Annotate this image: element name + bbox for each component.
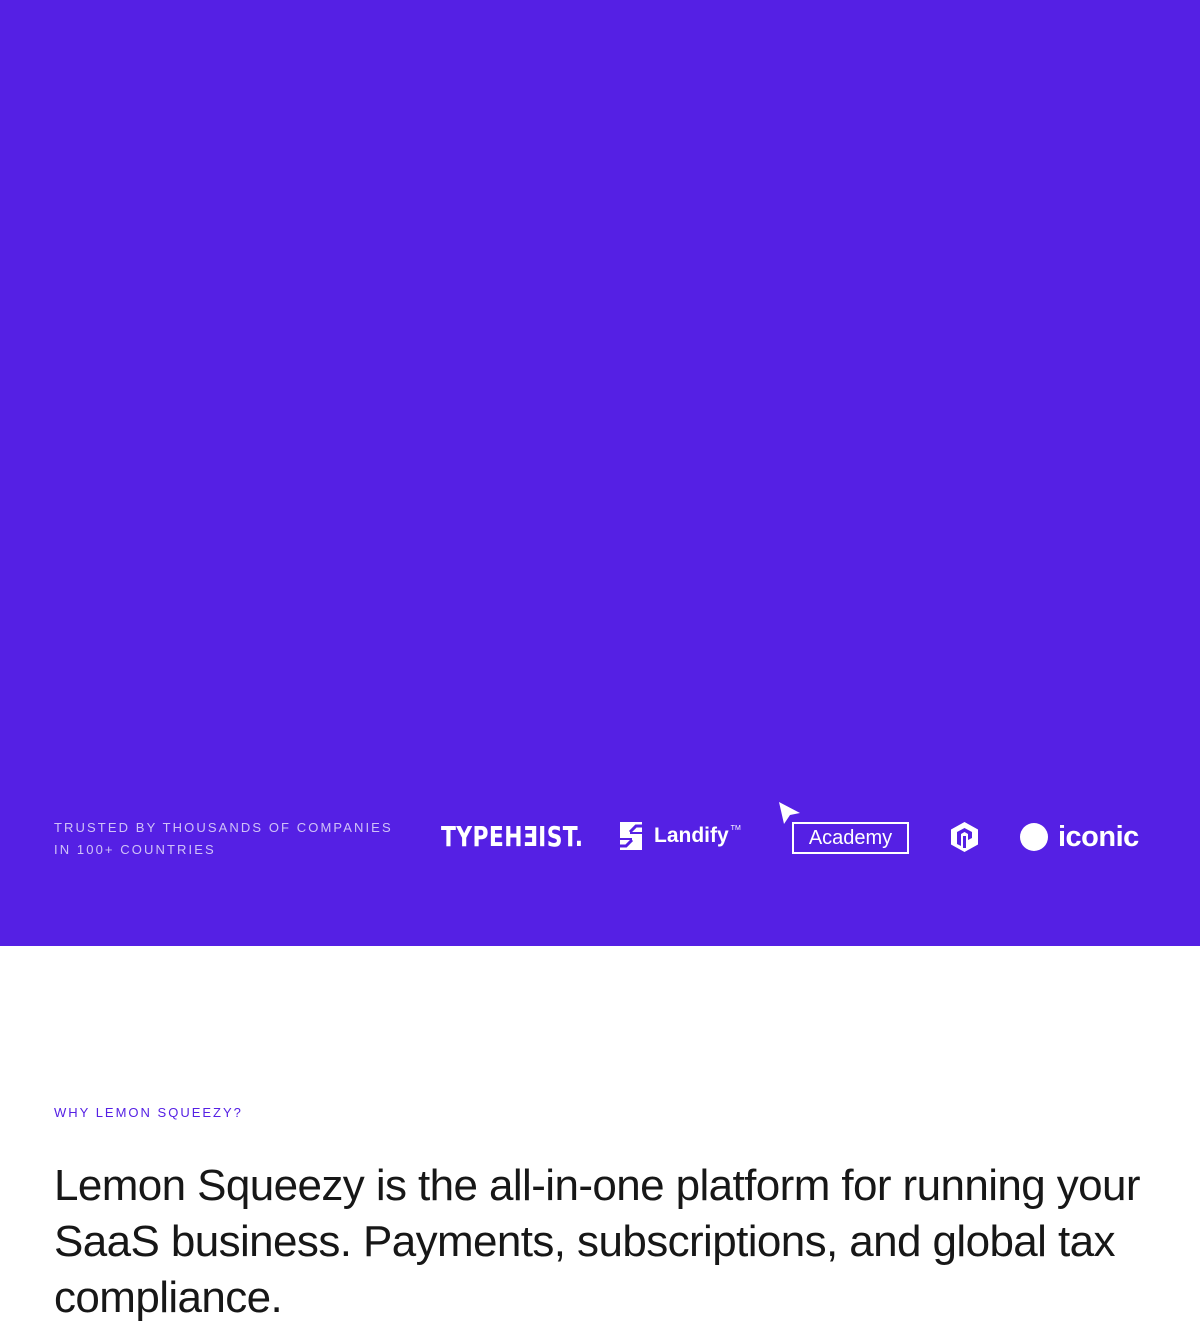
iconic-wordmark: iconic bbox=[1058, 821, 1139, 853]
landify-mark-icon bbox=[620, 822, 642, 850]
academy-logo: Academy bbox=[778, 801, 910, 855]
iconic-logo: iconic bbox=[1020, 820, 1139, 854]
trusted-line-2: IN 100+ COUNTRIES bbox=[54, 842, 216, 857]
hexagon-logo bbox=[949, 821, 980, 858]
landify-wordmark: Landify bbox=[654, 824, 729, 847]
iconic-dot-icon bbox=[1020, 823, 1048, 851]
trusted-line-1: TRUSTED BY THOUSANDS OF COMPANIES bbox=[54, 820, 393, 835]
why-eyebrow: WHY LEMON SQUEEZY? bbox=[54, 1105, 243, 1120]
trusted-by-text: TRUSTED BY THOUSANDS OF COMPANIES IN 100… bbox=[54, 817, 424, 861]
hexagon-mark-icon bbox=[951, 822, 978, 852]
hero-section: TRUSTED BY THOUSANDS OF COMPANIES IN 100… bbox=[0, 0, 1200, 946]
landify-tm: TM bbox=[730, 824, 741, 832]
typeheist-logo: TYPEHƎIST. bbox=[441, 820, 584, 853]
landify-logo: Landify TM bbox=[616, 820, 741, 852]
academy-wordmark: Academy bbox=[792, 822, 909, 854]
why-headline: Lemon Squeezy is the all-in-one platform… bbox=[54, 1161, 1141, 1322]
